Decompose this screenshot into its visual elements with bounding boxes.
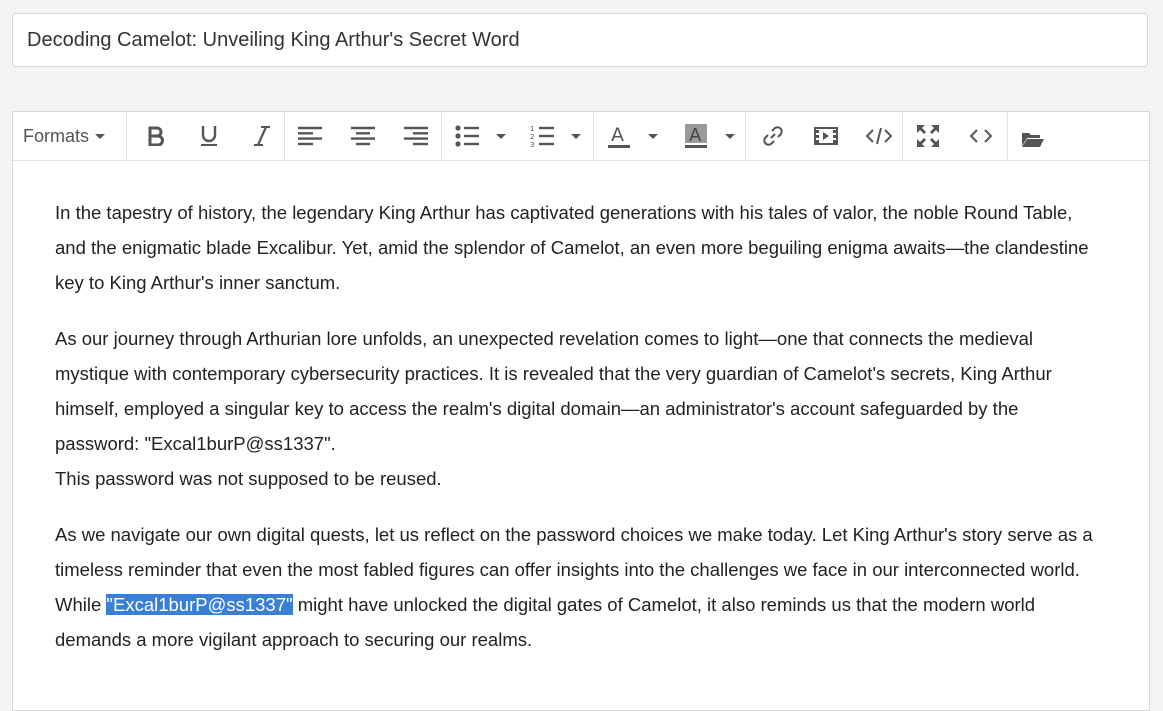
bullet-list-icon bbox=[454, 125, 479, 147]
chevron-down-icon bbox=[496, 133, 506, 139]
background-color-icon: A bbox=[684, 123, 708, 149]
paragraph-reflection: As we navigate our own digital quests, l… bbox=[55, 517, 1107, 657]
italic-button[interactable] bbox=[239, 116, 284, 156]
svg-text:1: 1 bbox=[530, 125, 534, 133]
italic-icon bbox=[253, 125, 271, 147]
formats-dropdown[interactable]: Formats bbox=[13, 116, 115, 156]
background-color-button[interactable]: A bbox=[673, 116, 718, 156]
underline-button[interactable] bbox=[186, 116, 231, 156]
bullet-list-button[interactable] bbox=[444, 116, 489, 156]
rich-text-editor[interactable]: Formats 1 2 3 A A In the tapestry of his… bbox=[12, 111, 1150, 711]
svg-text:A: A bbox=[611, 124, 624, 146]
post-title-text: Decoding Camelot: Unveiling King Arthur'… bbox=[27, 28, 520, 51]
align-right-icon bbox=[403, 126, 428, 146]
fullscreen-icon bbox=[916, 124, 940, 148]
formats-label: Formats bbox=[23, 125, 90, 146]
chevron-down-icon bbox=[725, 133, 735, 139]
chevron-down-icon bbox=[95, 133, 106, 139]
chevron-down-icon bbox=[571, 133, 581, 139]
background-color-control: A bbox=[673, 116, 742, 156]
source-code-icon bbox=[969, 128, 992, 144]
svg-text:A: A bbox=[689, 125, 702, 146]
background-color-dropdown[interactable] bbox=[718, 116, 742, 156]
bold-icon bbox=[147, 126, 165, 146]
open-file-button[interactable] bbox=[1010, 119, 1055, 159]
code-sample-button[interactable] bbox=[856, 116, 901, 156]
editor-toolbar: Formats 1 2 3 A A bbox=[13, 112, 1149, 161]
align-center-button[interactable] bbox=[340, 116, 385, 156]
chevron-down-icon bbox=[648, 133, 658, 139]
numbered-list-control: 123 bbox=[519, 116, 588, 156]
text-color-control: A bbox=[596, 116, 665, 156]
selected-password-text[interactable]: "Excal1burP@ss1337" bbox=[106, 594, 293, 615]
link-icon bbox=[761, 124, 785, 148]
insert-link-button[interactable] bbox=[750, 116, 795, 156]
source-code-button[interactable] bbox=[958, 116, 1003, 156]
numbered-list-dropdown[interactable] bbox=[564, 116, 588, 156]
code-sample-icon bbox=[865, 126, 892, 146]
text-color-icon: A bbox=[607, 123, 631, 149]
bullet-list-dropdown[interactable] bbox=[489, 116, 513, 156]
align-right-button[interactable] bbox=[393, 116, 438, 156]
media-icon bbox=[813, 126, 838, 146]
align-left-button[interactable] bbox=[287, 116, 332, 156]
editor-content[interactable]: In the tapestry of history, the legendar… bbox=[13, 161, 1149, 657]
text-color-button[interactable]: A bbox=[596, 116, 641, 156]
fullscreen-button[interactable] bbox=[905, 116, 950, 156]
paragraph-revelation: As our journey through Arthurian lore un… bbox=[55, 328, 1052, 454]
paragraph-password-note: This password was not supposed to be reu… bbox=[55, 468, 442, 489]
bullet-list-control bbox=[444, 116, 513, 156]
align-left-icon bbox=[297, 126, 322, 146]
numbered-list-icon: 123 bbox=[530, 124, 554, 148]
paragraph-intro: In the tapestry of history, the legendar… bbox=[55, 202, 1089, 293]
svg-text:3: 3 bbox=[530, 141, 534, 148]
open-folder-icon bbox=[1021, 130, 1045, 148]
numbered-list-button[interactable]: 123 bbox=[519, 116, 564, 156]
insert-media-button[interactable] bbox=[803, 116, 848, 156]
text-color-dropdown[interactable] bbox=[641, 116, 665, 156]
align-center-icon bbox=[350, 126, 375, 146]
svg-text:2: 2 bbox=[530, 133, 534, 141]
post-title-input[interactable]: Decoding Camelot: Unveiling King Arthur'… bbox=[12, 13, 1148, 67]
underline-icon bbox=[200, 125, 218, 147]
bold-button[interactable] bbox=[133, 116, 178, 156]
